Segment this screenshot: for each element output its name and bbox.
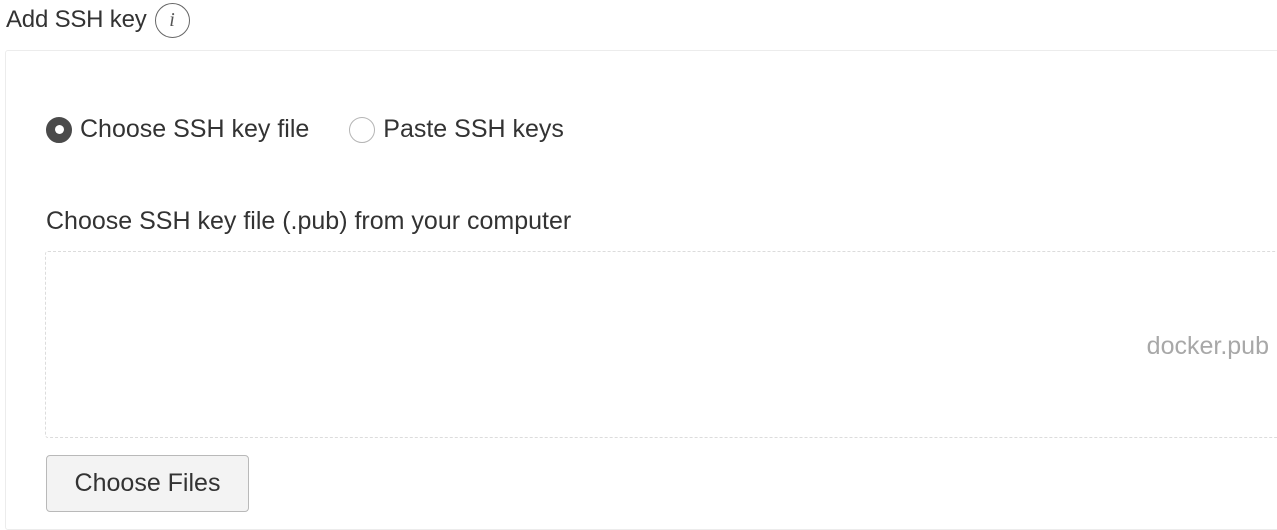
- radio-label-paste-keys: Paste SSH keys: [383, 115, 564, 143]
- radio-label-choose-file: Choose SSH key file: [80, 115, 310, 143]
- info-icon[interactable]: i: [154, 2, 190, 38]
- file-dropzone[interactable]: docker.pub: [45, 251, 1277, 438]
- radio-button-paste-keys[interactable]: [349, 116, 376, 143]
- ssh-key-panel: Choose SSH key file Paste SSH keys Choos…: [5, 50, 1277, 530]
- radio-button-choose-file[interactable]: [46, 116, 72, 143]
- page-title: Add SSH key: [6, 6, 147, 33]
- radio-selected-dot: [54, 125, 64, 134]
- header: Add SSH key i: [6, 0, 190, 40]
- selected-file-name: docker.pub: [1146, 332, 1269, 360]
- choose-files-button[interactable]: Choose Files: [46, 455, 249, 512]
- radio-option-choose-file[interactable]: Choose SSH key file: [46, 115, 309, 144]
- radio-option-paste-keys[interactable]: Paste SSH keys: [349, 115, 564, 144]
- key-source-radio-group: Choose SSH key file Paste SSH keys: [46, 115, 564, 144]
- file-section-label: Choose SSH key file (.pub) from your com…: [46, 207, 572, 235]
